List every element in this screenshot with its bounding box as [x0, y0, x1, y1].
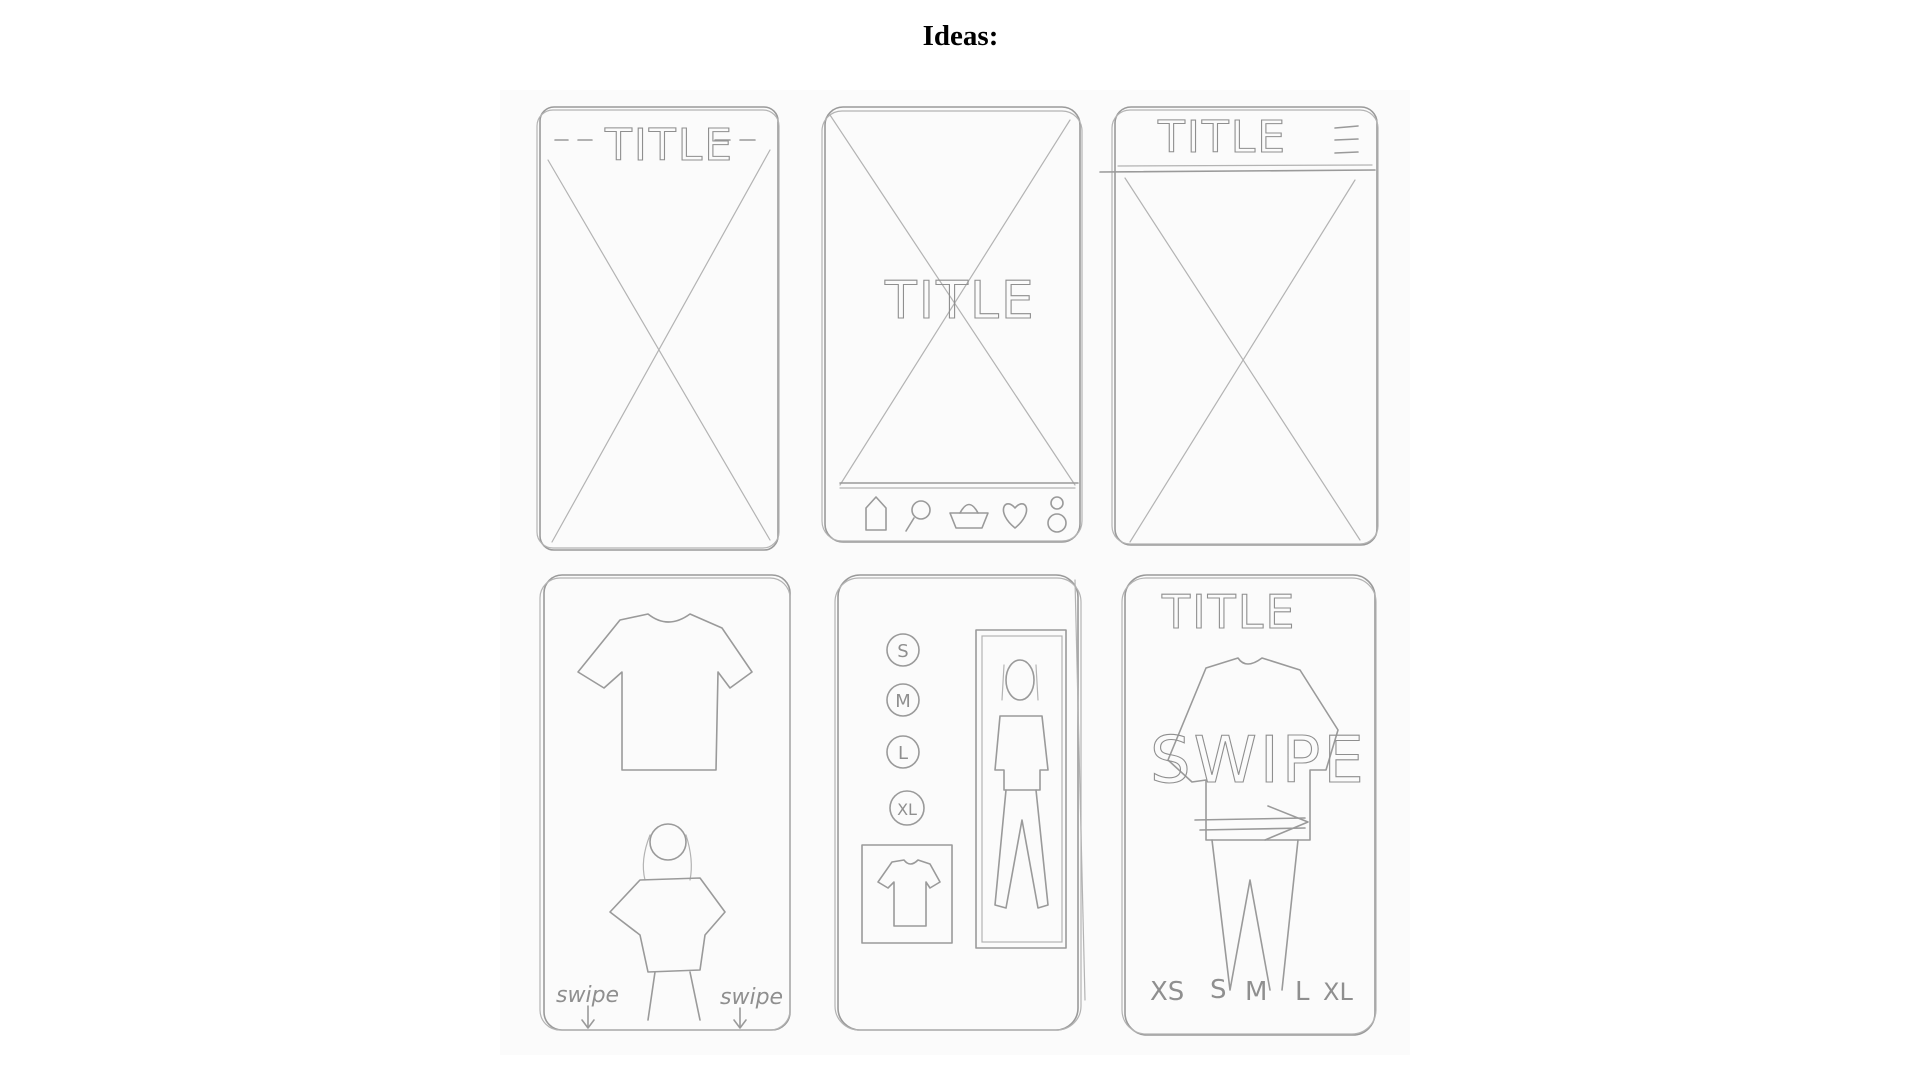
phone2-title: TITLE [884, 271, 1036, 331]
svg-text:XL: XL [897, 800, 917, 819]
size-option-s: S [886, 633, 920, 667]
phone-sketch-1: TITLE [536, 106, 780, 551]
tshirt-sketch [577, 613, 753, 771]
phone3-title: TITLE [1157, 112, 1287, 163]
basket-icon [949, 503, 989, 529]
person-sketch [609, 823, 726, 1021]
svg-text:L: L [898, 743, 908, 764]
hamburger-menu-icon [1334, 125, 1359, 154]
home-icon [865, 496, 887, 531]
heart-icon [1002, 503, 1028, 529]
search-icon [905, 500, 931, 532]
swipe-left-label: swipe [556, 983, 619, 1008]
profile-icon [1047, 496, 1067, 533]
phone-sketch-2: TITLE [821, 106, 1083, 543]
swipe-overlay-label: SWIPE [1150, 724, 1367, 798]
phone-sketch-3: TITLE [1099, 106, 1379, 546]
size-l: L [1295, 977, 1310, 1007]
tshirt-thumbnail [861, 844, 953, 944]
size-option-m: M [886, 683, 920, 717]
size-m: M [1245, 977, 1267, 1007]
swipe-right-label: swipe [720, 985, 783, 1010]
phone1-title: TITLE [604, 120, 734, 171]
phone-sketch-6: TITLE SWIPE XS S M L XL [1121, 574, 1377, 1036]
phone-sketch-5: S M L XL [834, 574, 1086, 1031]
phone6-title: TITLE [1161, 585, 1296, 639]
size-s: S [1210, 975, 1227, 1005]
size-xs: XS [1150, 977, 1184, 1007]
size-option-l: L [886, 735, 920, 769]
mirror-preview [975, 629, 1067, 949]
phone-sketch-4: swipe swipe [539, 574, 791, 1031]
size-option-xl: XL [889, 790, 925, 826]
svg-text:M: M [895, 691, 911, 712]
swipe-arrow [1194, 805, 1309, 841]
wireframe-sketches: TITLE TITLE TITLE swipe swipe S M L XL T… [536, 106, 1379, 1036]
size-xl: XL [1323, 978, 1353, 1006]
size-row: XS S M L XL [1150, 975, 1353, 1007]
outfit-sketch [1167, 657, 1339, 991]
svg-text:S: S [897, 641, 908, 662]
